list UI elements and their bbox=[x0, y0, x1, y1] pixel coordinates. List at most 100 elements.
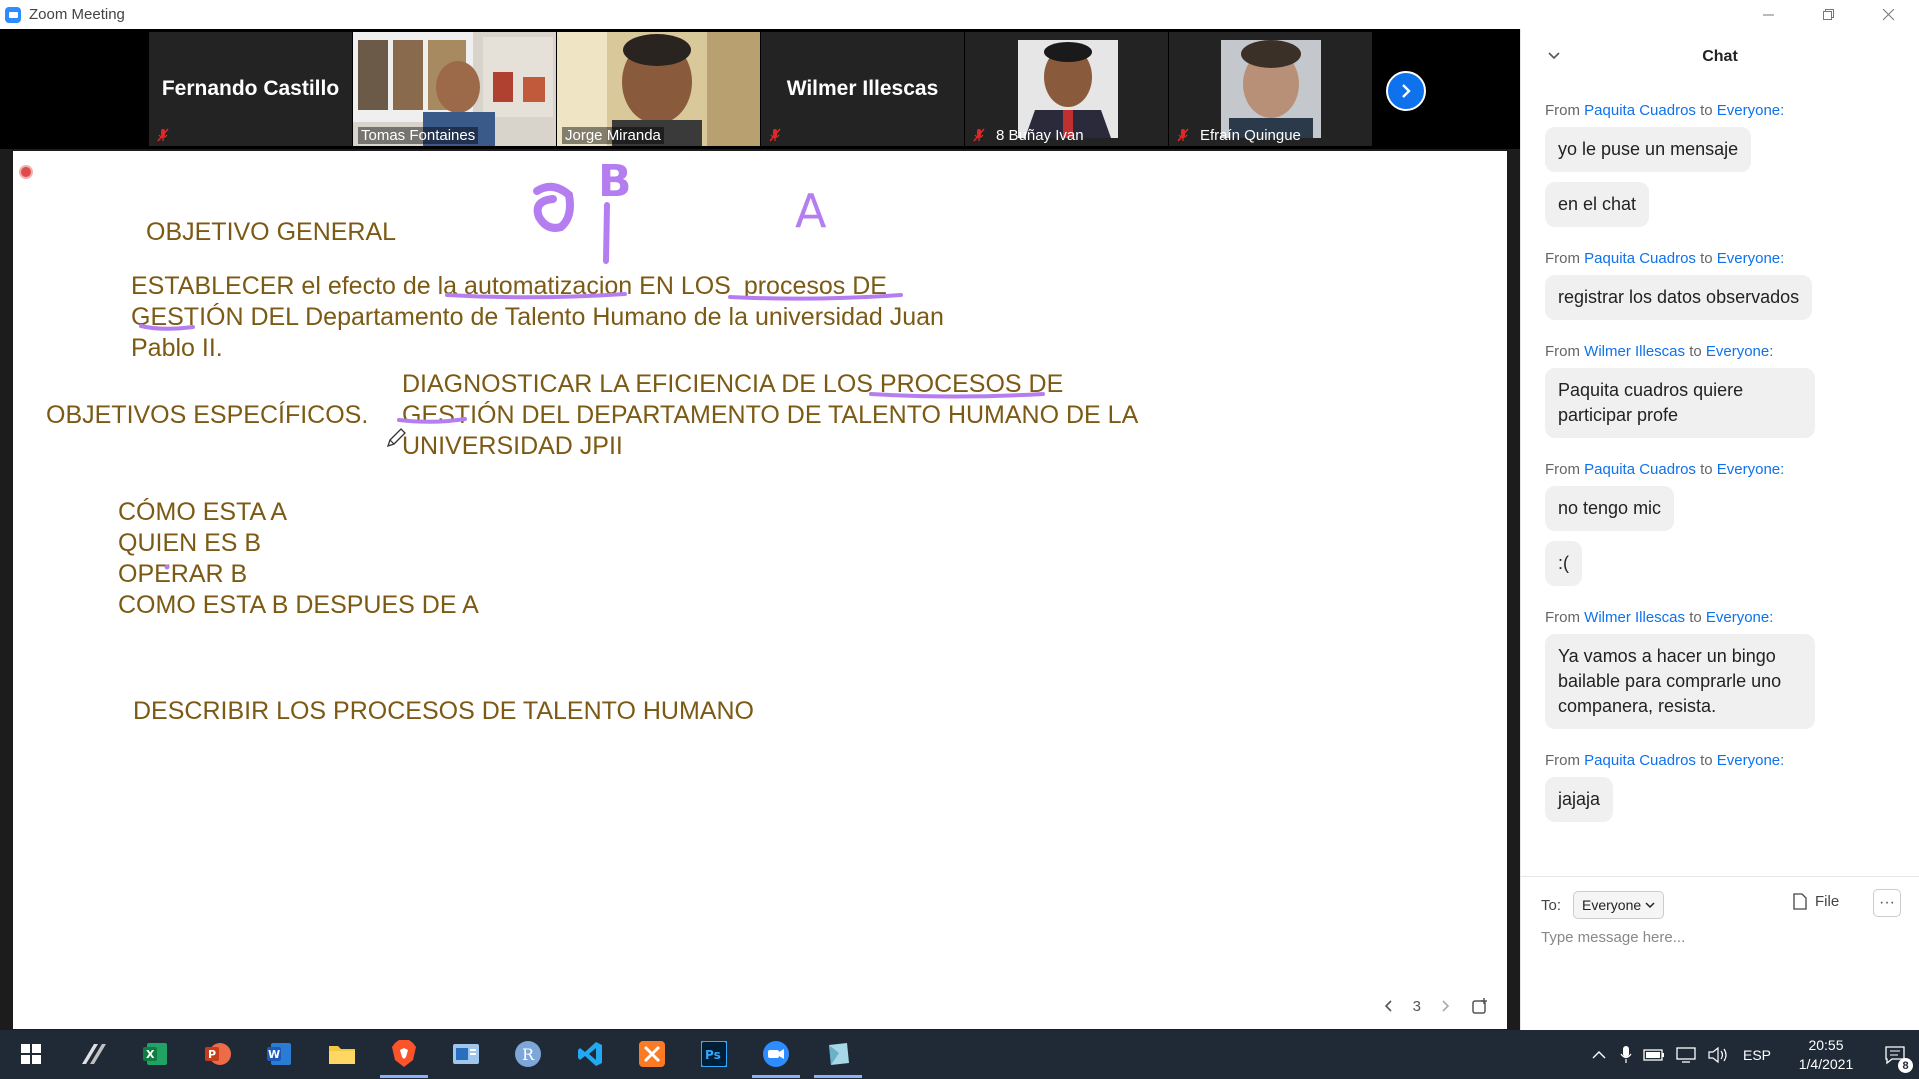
chat-message-bubble[interactable]: :( bbox=[1545, 541, 1582, 586]
chat-message-bubble[interactable]: no tengo mic bbox=[1545, 486, 1675, 531]
language-indicator[interactable]: ESP bbox=[1743, 1047, 1771, 1063]
participant-tile[interactable]: Wilmer Illescas bbox=[761, 32, 964, 146]
excel-icon[interactable]: X bbox=[139, 1037, 173, 1071]
page-number: 3 bbox=[1412, 997, 1421, 1015]
minimize-button[interactable] bbox=[1739, 0, 1799, 29]
recipient-select[interactable]: Everyone bbox=[1573, 891, 1665, 919]
window-title: Zoom Meeting bbox=[29, 6, 125, 23]
recipient-name[interactable]: Everyone bbox=[1706, 343, 1769, 360]
from-label: From bbox=[1545, 609, 1580, 626]
autodesk-icon[interactable] bbox=[77, 1037, 111, 1071]
participant-tile[interactable]: Efraín Quingue bbox=[1169, 32, 1372, 146]
meeting-area: Fernando Castillo Tomas Fontaines Jorge … bbox=[0, 29, 1520, 1030]
recipient-name[interactable]: Everyone bbox=[1717, 250, 1780, 267]
chevron-down-icon[interactable] bbox=[1547, 49, 1561, 63]
outlook-icon[interactable] bbox=[449, 1037, 483, 1071]
word-icon[interactable]: W bbox=[263, 1037, 297, 1071]
message-input[interactable] bbox=[1541, 929, 1901, 946]
participant-tile[interactable]: 8 Buñay Ivan bbox=[965, 32, 1168, 146]
to-word: to bbox=[1700, 752, 1713, 769]
general-objective-line1: ESTABLECER el efecto de la automatizacio… bbox=[131, 271, 887, 302]
battery-icon[interactable] bbox=[1643, 1048, 1665, 1062]
participant-name: 8 Buñay Ivan bbox=[996, 127, 1084, 144]
chat-message-bubble[interactable]: jajaja bbox=[1545, 777, 1614, 822]
chat-title: Chat bbox=[1702, 48, 1738, 65]
notification-count: 8 bbox=[1898, 1058, 1913, 1073]
whiteboard-pager: 3 bbox=[1383, 997, 1489, 1015]
volume-icon[interactable] bbox=[1707, 1046, 1729, 1064]
microphone-icon[interactable] bbox=[1619, 1045, 1633, 1065]
general-objective-text-d: procesos DE bbox=[743, 272, 887, 300]
new-page-icon[interactable] bbox=[1471, 997, 1489, 1015]
to-word: to bbox=[1700, 461, 1713, 478]
participant-tile[interactable]: Tomas Fontaines bbox=[353, 32, 556, 146]
close-button[interactable] bbox=[1859, 0, 1919, 29]
muted-mic-icon bbox=[769, 128, 781, 142]
participant-name: Wilmer Illescas bbox=[786, 77, 939, 100]
file-explorer-icon[interactable] bbox=[325, 1037, 359, 1071]
sender-name[interactable]: Paquita Cuadros bbox=[1584, 752, 1696, 769]
message-sender-line: From Paquita Cuadros to Everyone: bbox=[1545, 461, 1785, 478]
chat-message-bubble[interactable]: en el chat bbox=[1545, 182, 1650, 227]
recipient-value: Everyone bbox=[1582, 897, 1642, 913]
recipient-name[interactable]: Everyone bbox=[1717, 102, 1780, 119]
svg-text:X: X bbox=[146, 1048, 155, 1061]
annotation-letter: A bbox=[795, 184, 827, 238]
more-options-button[interactable]: ··· bbox=[1873, 889, 1901, 917]
sender-name[interactable]: Wilmer Illescas bbox=[1584, 609, 1685, 626]
sender-name[interactable]: Paquita Cuadros bbox=[1584, 250, 1696, 267]
start-icon[interactable] bbox=[14, 1037, 48, 1071]
chevron-up-icon[interactable] bbox=[1591, 1047, 1607, 1063]
from-label: From bbox=[1545, 250, 1580, 267]
zoom-logo-icon bbox=[5, 6, 21, 23]
network-icon[interactable] bbox=[1675, 1046, 1697, 1064]
objetivo-general-heading: OBJETIVO GENERAL bbox=[146, 218, 397, 246]
message-sender-line: From Paquita Cuadros to Everyone: bbox=[1545, 250, 1785, 267]
sender-name[interactable]: Paquita Cuadros bbox=[1584, 461, 1696, 478]
participant-name: Tomas Fontaines bbox=[358, 127, 479, 144]
record-indicator-icon bbox=[19, 165, 33, 179]
participant-name: Jorge Miranda bbox=[562, 127, 664, 144]
to-word: to bbox=[1700, 250, 1713, 267]
svg-text:Ps: Ps bbox=[705, 1048, 721, 1062]
r-icon[interactable]: R bbox=[511, 1037, 545, 1071]
from-label: From bbox=[1545, 461, 1580, 478]
restore-button[interactable] bbox=[1799, 0, 1859, 29]
participant-tile[interactable]: Jorge Miranda bbox=[557, 32, 760, 146]
recipient-row: To: Everyone bbox=[1541, 891, 1665, 919]
sender-name[interactable]: Wilmer Illescas bbox=[1584, 343, 1685, 360]
file-label: File bbox=[1815, 893, 1840, 910]
brave-icon[interactable] bbox=[380, 1037, 428, 1078]
zoom-icon[interactable] bbox=[752, 1037, 800, 1078]
file-button[interactable]: File bbox=[1793, 893, 1839, 910]
chat-message-bubble[interactable]: Paquita cuadros quiere participar profe bbox=[1545, 368, 1815, 438]
next-page-icon[interactable] bbox=[1441, 999, 1451, 1013]
previous-page-icon[interactable] bbox=[1383, 999, 1393, 1013]
restore-icon bbox=[1823, 8, 1834, 20]
powerpoint-icon[interactable]: P bbox=[201, 1037, 235, 1071]
app-icon[interactable] bbox=[814, 1037, 862, 1078]
zoom-window: Zoom Meeting Fernando Castillo Tomas Fon… bbox=[0, 0, 1919, 1079]
recipient-name[interactable]: Everyone bbox=[1717, 752, 1780, 769]
more-icon: ··· bbox=[1879, 894, 1895, 911]
whiteboard-canvas[interactable]: OBJETIVO GENERAL ESTABLECER el efecto de… bbox=[13, 151, 1507, 1029]
to-word: to bbox=[1689, 609, 1702, 626]
sender-name[interactable]: Paquita Cuadros bbox=[1584, 102, 1696, 119]
chat-message-bubble[interactable]: Ya vamos a hacer un bingo bailable para … bbox=[1545, 634, 1815, 729]
recipient-name[interactable]: Everyone bbox=[1717, 461, 1780, 478]
clock[interactable]: 20:55 1/4/2021 bbox=[1781, 1036, 1871, 1074]
photoshop-icon[interactable]: Ps bbox=[697, 1037, 731, 1071]
vscode-icon[interactable] bbox=[573, 1037, 607, 1071]
recipient-name[interactable]: Everyone bbox=[1706, 609, 1769, 626]
general-objective-line3: Pablo II. bbox=[131, 334, 223, 362]
chat-message-bubble[interactable]: registrar los datos observados bbox=[1545, 275, 1813, 320]
next-participants-button[interactable] bbox=[1386, 71, 1426, 111]
xampp-icon[interactable] bbox=[635, 1037, 669, 1071]
participant-tile[interactable]: Fernando Castillo bbox=[149, 32, 352, 146]
from-label: From bbox=[1545, 102, 1580, 119]
participant-name: Efraín Quingue bbox=[1200, 127, 1301, 144]
step-line: COMO ESTA B DESPUES DE A bbox=[118, 591, 479, 619]
notifications-button[interactable]: 8 bbox=[1871, 1030, 1919, 1079]
clock-time: 20:55 bbox=[1808, 1036, 1844, 1053]
chat-message-bubble[interactable]: yo le puse un mensaje bbox=[1545, 127, 1752, 172]
